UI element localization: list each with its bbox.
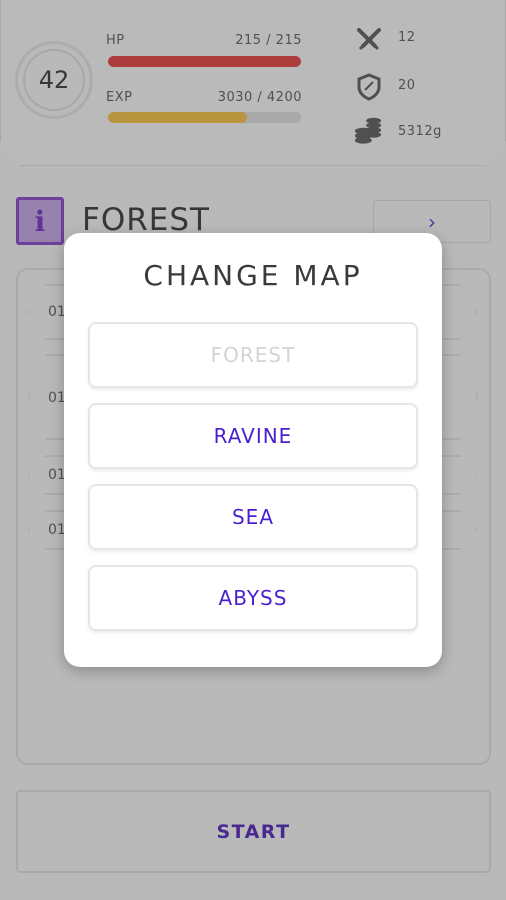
map-option-forest: FOREST bbox=[88, 322, 418, 388]
map-option-abyss[interactable]: ABYSS bbox=[88, 565, 418, 631]
map-option-sea[interactable]: SEA bbox=[88, 484, 418, 550]
change-map-dialog: CHANGE MAP FOREST RAVINE SEA ABYSS bbox=[64, 233, 442, 667]
dialog-title: CHANGE MAP bbox=[143, 259, 363, 292]
map-option-ravine[interactable]: RAVINE bbox=[88, 403, 418, 469]
